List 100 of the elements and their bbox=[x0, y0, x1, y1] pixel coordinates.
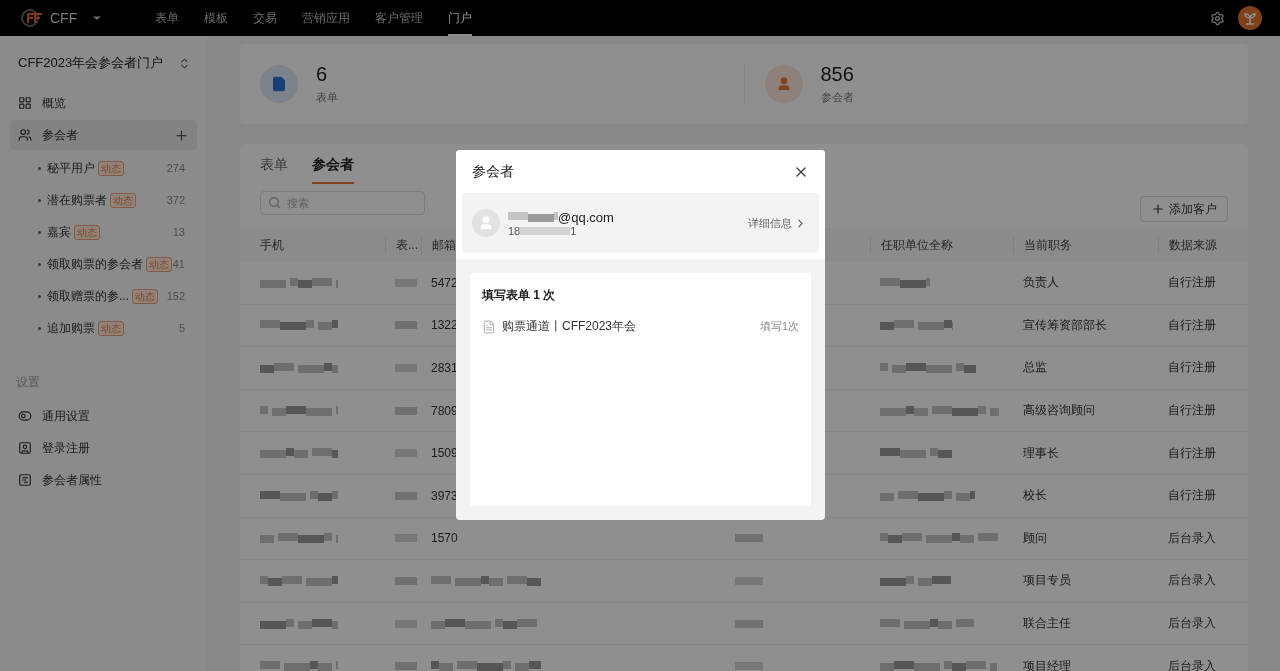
blurred-text bbox=[395, 618, 417, 629]
grid-icon bbox=[18, 96, 32, 110]
sidebar-item[interactable]: 登录注册 bbox=[10, 433, 197, 463]
switch-icon[interactable] bbox=[178, 56, 191, 70]
dialog-title: 参会者 bbox=[472, 162, 514, 181]
toggles-icon bbox=[18, 409, 32, 423]
blurred-text bbox=[735, 575, 763, 586]
segment-item[interactable]: 领取购票的参会者 动态 41 bbox=[10, 248, 197, 280]
table-cell-text: 宣传筹资部部长 bbox=[1022, 316, 1108, 334]
nav-tab[interactable]: 门户 bbox=[448, 0, 473, 36]
nav-tab[interactable]: 表单 bbox=[155, 0, 180, 36]
segment-item[interactable]: 秘平用户 动态 274 bbox=[10, 152, 197, 184]
nav-tab[interactable]: 营销应用 bbox=[302, 0, 351, 36]
blurred-text bbox=[395, 405, 417, 416]
stat-value: 856 bbox=[820, 63, 854, 86]
document-icon bbox=[271, 76, 287, 92]
column-header[interactable]: 表... bbox=[385, 236, 421, 254]
segment-count: 13 bbox=[172, 226, 185, 238]
nav-tab[interactable]: 交易 bbox=[253, 0, 278, 36]
table-cell: 1570 bbox=[431, 531, 458, 546]
table-cell-text: 项目经理 bbox=[1022, 657, 1072, 671]
table-cell-text: 负责人 bbox=[1022, 274, 1060, 292]
table-cell-text: 后台录入 bbox=[1167, 572, 1217, 590]
portal-title: CFF2023年会参会者门户 bbox=[18, 54, 164, 72]
segment-item[interactable]: 潜在购票者 动态 372 bbox=[10, 184, 197, 216]
column-header[interactable]: 手机 bbox=[240, 236, 385, 254]
segment-item[interactable]: 嘉宾 动态 13 bbox=[10, 216, 197, 248]
stat-value: 6 bbox=[316, 63, 329, 86]
add-icon[interactable] bbox=[174, 127, 189, 143]
table-cell-text: 后台录入 bbox=[1167, 615, 1217, 633]
blurred-text bbox=[880, 277, 930, 288]
table-cell-text: 项目专员 bbox=[1022, 572, 1072, 590]
users-icon bbox=[18, 128, 32, 142]
phone-suffix: 1 bbox=[570, 224, 577, 237]
section-title: 填写表单 1 次 bbox=[482, 287, 557, 304]
segment-count: 152 bbox=[166, 290, 185, 302]
tab[interactable]: 表单 bbox=[260, 156, 288, 184]
blurred-text bbox=[395, 575, 417, 586]
segment-count: 5 bbox=[178, 322, 185, 334]
table-cell-text: 校长 bbox=[1022, 487, 1048, 505]
segment-item[interactable]: 领取赠票的参... 动态 152 bbox=[10, 280, 197, 312]
dynamic-tag: 动态 bbox=[110, 192, 136, 208]
plus-icon bbox=[1151, 202, 1165, 216]
table-cell-text: 自行注册 bbox=[1167, 444, 1217, 462]
column-header[interactable]: 任职单位全称 bbox=[870, 236, 1013, 254]
attendee-email: @qq.com bbox=[558, 209, 614, 225]
document-icon bbox=[482, 319, 496, 334]
table-cell-text: 理事长 bbox=[1022, 444, 1060, 462]
blurred-text bbox=[395, 533, 417, 544]
dynamic-tag: 动态 bbox=[98, 320, 124, 336]
blurred-text bbox=[735, 533, 763, 544]
nav-tab[interactable]: 模板 bbox=[204, 0, 229, 36]
fill-count: 填写1次 bbox=[759, 319, 799, 334]
dynamic-tag: 动态 bbox=[146, 256, 172, 272]
table-cell-text: 自行注册 bbox=[1167, 316, 1217, 334]
stat-label: 参会者 bbox=[820, 90, 854, 105]
table-cell-text: 自行注册 bbox=[1167, 487, 1217, 505]
blurred-text bbox=[395, 661, 417, 671]
phone-prefix: 18 bbox=[508, 224, 521, 237]
table-cell-text: 自行注册 bbox=[1167, 402, 1217, 420]
dynamic-tag: 动态 bbox=[98, 160, 124, 176]
segment-count: 41 bbox=[172, 258, 185, 270]
segment-count: 372 bbox=[166, 194, 185, 206]
text-icon bbox=[18, 473, 32, 487]
form-name[interactable]: 购票通道丨CFF2023年会 bbox=[502, 318, 637, 335]
blurred-text bbox=[735, 661, 763, 671]
settings-icon[interactable] bbox=[1210, 10, 1225, 26]
blurred-text bbox=[880, 575, 951, 586]
blurred-text bbox=[395, 320, 417, 331]
blurred-text bbox=[395, 363, 417, 373]
table-cell-text: 后台录入 bbox=[1167, 529, 1217, 547]
table-cell-text: 自行注册 bbox=[1167, 274, 1217, 292]
tab[interactable]: 参会者 bbox=[312, 156, 354, 184]
blurred-text bbox=[395, 490, 417, 501]
blurred-text bbox=[395, 448, 417, 459]
sidebar-item[interactable]: 参会者属性 bbox=[10, 465, 197, 495]
blurred-text bbox=[395, 277, 417, 288]
column-header[interactable]: 数据来源 bbox=[1158, 236, 1248, 254]
blurred-text bbox=[880, 448, 952, 459]
table-cell-text: 自行注册 bbox=[1167, 359, 1217, 377]
sidebar-item[interactable]: 参会者 bbox=[10, 120, 197, 150]
user-avatar[interactable] bbox=[1238, 6, 1262, 30]
dynamic-tag: 动态 bbox=[132, 288, 158, 304]
sidebar-item[interactable]: 通用设置 bbox=[10, 401, 197, 431]
details-link[interactable]: 详细信息 bbox=[748, 215, 807, 231]
avatar-icon bbox=[472, 209, 500, 237]
segment-item[interactable]: 追加购票 动态 5 bbox=[10, 312, 197, 344]
sidebar-item[interactable]: 概览 bbox=[10, 88, 197, 118]
id-card-icon bbox=[18, 441, 32, 455]
segment-count: 274 bbox=[166, 162, 185, 174]
table-cell-text: 后台录入 bbox=[1167, 657, 1217, 671]
add-customer-button[interactable]: 添加客户 bbox=[1140, 196, 1228, 222]
nav-tab[interactable]: 客户管理 bbox=[375, 0, 424, 36]
dynamic-tag: 动态 bbox=[74, 224, 100, 240]
table-cell-text: 联合主任 bbox=[1022, 615, 1072, 633]
logo-icon bbox=[20, 8, 44, 28]
blurred-text bbox=[508, 212, 558, 222]
column-header[interactable]: 当前职务 bbox=[1013, 236, 1158, 254]
stat-label: 表单 bbox=[316, 90, 338, 105]
table-cell-text: 顾问 bbox=[1022, 529, 1048, 547]
